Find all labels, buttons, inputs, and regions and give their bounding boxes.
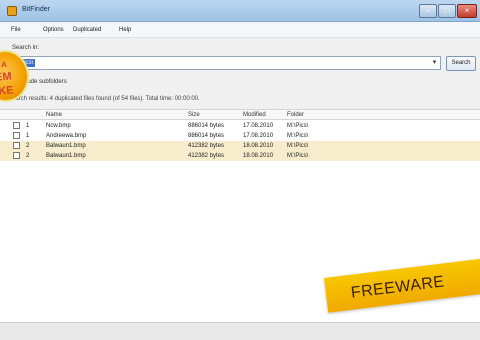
row-checkbox[interactable] (13, 122, 20, 129)
group-number: 2 (26, 143, 30, 149)
results-status: Search results: 4 duplicated files found… (8, 96, 200, 102)
status-strip (0, 322, 480, 340)
file-name: Balwaun1.bmp (46, 143, 86, 149)
search-label: Search in: (12, 45, 40, 51)
app-icon (7, 6, 17, 16)
close-button[interactable]: × (457, 4, 477, 18)
results-table-header: Name Size Modified Folder (0, 109, 480, 120)
menu-file[interactable]: File (11, 27, 21, 33)
table-row[interactable]: 2 Balwaun1.bmp 412382 bytes 18.08.2010 M… (0, 151, 480, 161)
menu-duplicated[interactable]: Duplicated (73, 27, 101, 33)
file-modified: 17.08.2010 (243, 133, 274, 139)
file-modified: 18.08.2010 (243, 143, 274, 149)
file-size: 412382 bytes (188, 153, 225, 159)
file-folder: M:\Pics\ (287, 123, 309, 129)
table-row[interactable]: 1 Andreewa.bmp 886014 bytes 17.08.2010 M… (0, 131, 480, 141)
column-folder-header[interactable]: Folder (287, 112, 304, 118)
file-size: 412382 bytes (188, 143, 225, 149)
row-checkbox[interactable] (13, 142, 20, 149)
minimize-icon: – (425, 6, 431, 15)
maximize-icon: □ (444, 6, 450, 15)
file-name: Ncw.bmp (46, 123, 71, 129)
file-folder: M:\Pics\ (287, 133, 309, 139)
column-size-header[interactable]: Size (188, 112, 200, 118)
search-path-input[interactable]: M:\Pics\ (8, 56, 441, 70)
file-name: Andreewa.bmp (46, 133, 87, 139)
group-number: 2 (26, 153, 30, 159)
title-bar: BitFinder – □ × (0, 0, 480, 22)
table-row[interactable]: 2 Balwaun1.bmp 412382 bytes 18.08.2010 M… (0, 141, 480, 151)
column-modified-header[interactable]: Modified (243, 112, 266, 118)
results-list: 1 Ncw.bmp 886014 bytes 17.08.2010 M:\Pic… (0, 120, 480, 340)
file-modified: 18.08.2010 (243, 153, 274, 159)
file-modified: 17.08.2010 (243, 123, 274, 129)
sticker-line-2: EM (0, 70, 13, 84)
file-folder: M:\Pics\ (287, 143, 309, 149)
table-row[interactable]: 1 Ncw.bmp 886014 bytes 17.08.2010 M:\Pic… (0, 121, 480, 131)
group-number: 1 (26, 133, 30, 139)
file-size: 886014 bytes (188, 123, 225, 129)
row-checkbox[interactable] (13, 132, 20, 139)
chevron-down-icon[interactable]: ▾ (430, 58, 439, 68)
window-title: BitFinder (22, 6, 51, 13)
bitfinder-window: BitFinder – □ × File Options Duplicated … (0, 0, 480, 340)
sticker-line-1: A (0, 59, 8, 70)
freeware-text: FREEWARE (350, 273, 446, 302)
close-icon: × (464, 6, 470, 15)
group-number: 1 (26, 123, 30, 129)
menu-options[interactable]: Options (43, 27, 64, 33)
search-button[interactable]: Search (446, 56, 476, 71)
minimize-button[interactable]: – (419, 4, 437, 18)
sticker-line-3: KE (0, 84, 15, 98)
row-checkbox[interactable] (13, 152, 20, 159)
file-name: Balwaun1.bmp (46, 153, 86, 159)
maximize-button[interactable]: □ (438, 4, 456, 18)
file-size: 886014 bytes (188, 133, 225, 139)
column-name-header[interactable]: Name (46, 112, 62, 118)
menu-bar: File Options Duplicated Help (0, 22, 480, 38)
file-folder: M:\Pics\ (287, 153, 309, 159)
menu-help[interactable]: Help (119, 27, 131, 33)
